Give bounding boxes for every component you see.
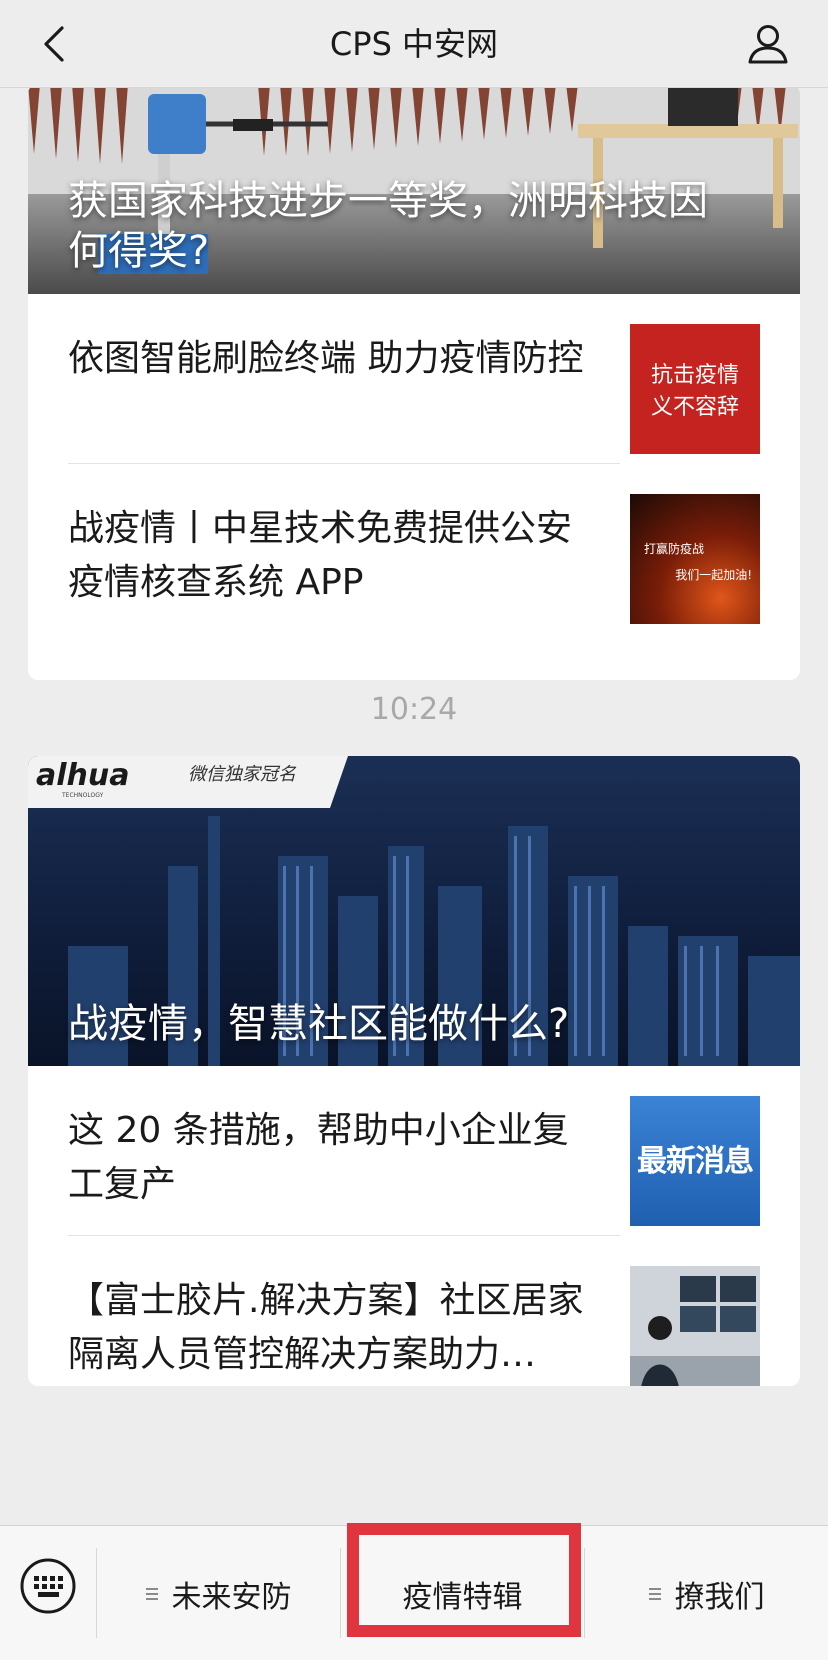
submenu-lines-icon (648, 1587, 661, 1600)
keyboard-icon[interactable] (18, 1556, 78, 1616)
menu-item-future-security[interactable]: 未来安防 (97, 1526, 340, 1660)
list-item[interactable]: 依图智能刷脸终端 助力疫情防控 抗击疫情 义不容辞 (28, 294, 800, 464)
thumbnail-caption: 抗击疫情 义不容辞 (650, 363, 739, 420)
thumbnail-image (630, 1266, 760, 1386)
page-title: CPS 中安网 (329, 25, 499, 63)
article-thumbnail: 最新消息 (630, 1096, 760, 1226)
brand-logo-text: alhua (36, 758, 130, 793)
list-item[interactable]: 这 20 条措施，帮助中小企业复工复产 最新消息 (28, 1066, 800, 1236)
thumbnail-caption: 打赢防疫战 (644, 542, 705, 556)
menu-item-contact-us[interactable]: 撩我们 (585, 1526, 828, 1660)
article-title: 【富士胶片.解决方案】社区居家隔离人员管控解决方案助力… (68, 1280, 584, 1375)
article-thumbnail (630, 1266, 760, 1386)
menu-item-label: 撩我们 (674, 1579, 765, 1615)
article-title: 依图智能刷脸终端 助力疫情防控 (68, 338, 584, 379)
article-title: 战疫情丨中星技术免费提供公安疫情核查系统 APP (68, 508, 573, 603)
article-title: 这 20 条措施，帮助中小企业复工复产 (68, 1110, 569, 1205)
highlight-annotation-box (347, 1523, 581, 1637)
thumbnail-caption: 最新消息 (637, 1144, 754, 1179)
article-group-card: 获国家科技进步一等奖，洲明科技因何得奖? 依图智能刷脸终端 助力疫情防控 抗击疫… (28, 88, 800, 680)
list-item[interactable]: 战疫情丨中星技术免费提供公安疫情核查系统 APP 打赢防疫战 我们一起加油! (28, 464, 800, 634)
cover-article[interactable]: alhua TECHNOLOGY 微信独家冠名 战疫情，智慧社区能做什么? (28, 756, 800, 1066)
cover-title: 战疫情，智慧社区能做什么? (68, 1001, 570, 1047)
top-navbar: CPS 中安网 (0, 0, 828, 88)
article-group-card: alhua TECHNOLOGY 微信独家冠名 战疫情，智慧社区能做什么? 这 … (28, 756, 800, 1386)
article-feed: 获国家科技进步一等奖，洲明科技因何得奖? 依图智能刷脸终端 助力疫情防控 抗击疫… (0, 88, 828, 1525)
menu-item-label: 未来安防 (171, 1579, 292, 1615)
cover-badge: 微信独家冠名 (188, 764, 296, 785)
submenu-lines-icon (145, 1587, 158, 1600)
cover-article[interactable]: 获国家科技进步一等奖，洲明科技因何得奖? (28, 88, 800, 294)
cover-title: 获国家科技进步一等奖，洲明科技因何得奖? (68, 178, 708, 274)
list-item[interactable]: 【富士胶片.解决方案】社区居家隔离人员管控解决方案助力… (28, 1236, 800, 1386)
timestamp: 10:24 (370, 692, 458, 727)
brand-logo-sub: TECHNOLOGY (62, 792, 104, 799)
article-thumbnail: 打赢防疫战 我们一起加油! (630, 494, 760, 624)
brand-logo: alhua (36, 758, 130, 793)
article-thumbnail: 抗击疫情 义不容辞 (630, 324, 760, 454)
person-icon[interactable] (744, 20, 792, 68)
thumbnail-caption: 我们一起加油! (675, 568, 752, 582)
